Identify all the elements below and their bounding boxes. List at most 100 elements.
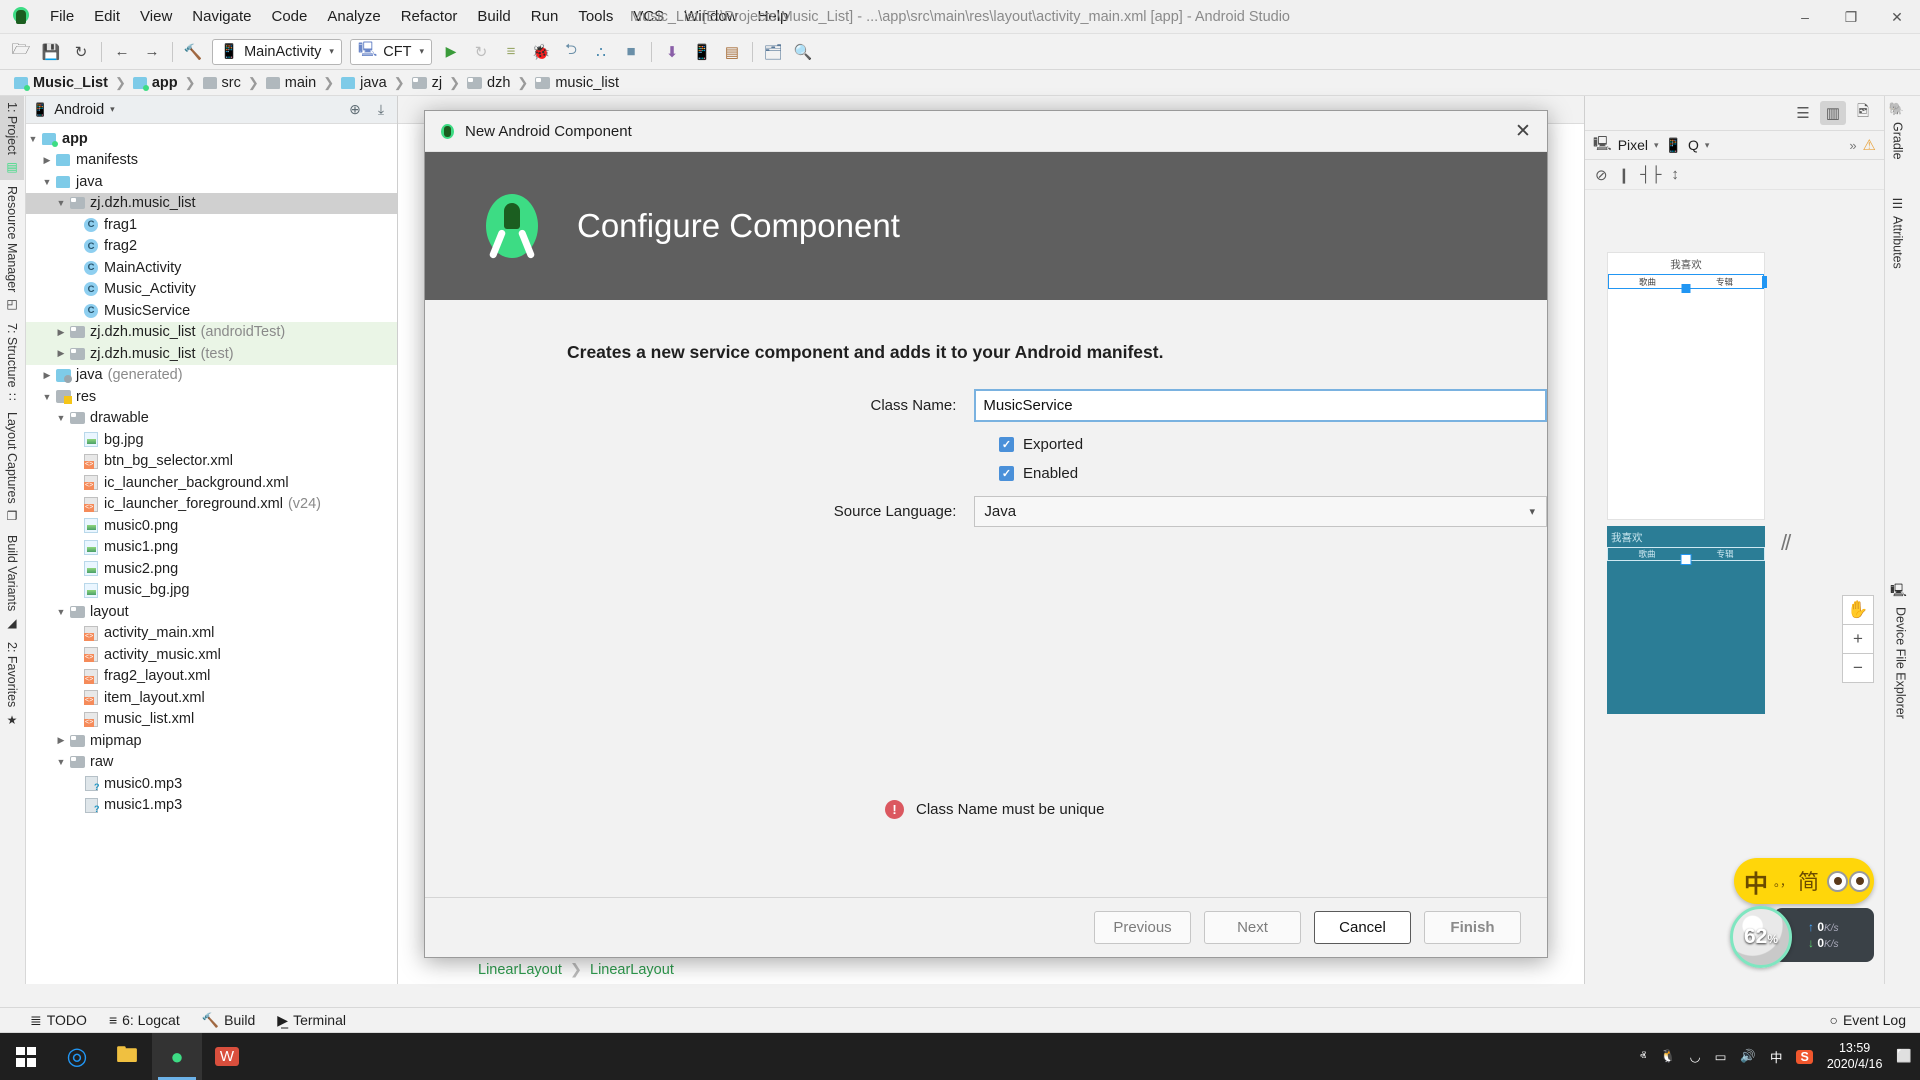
- show-hidden-icons-icon[interactable]: ⱏ: [1640, 1049, 1646, 1064]
- tree-item[interactable]: bg.jpg: [26, 429, 397, 451]
- tree-item[interactable]: item_layout.xml: [26, 687, 397, 709]
- align-vertical-icon[interactable]: ↕: [1671, 166, 1679, 183]
- tree-item[interactable]: ic_launcher_background.xml: [26, 472, 397, 494]
- tree-item[interactable]: Cfrag2: [26, 236, 397, 258]
- menu-view[interactable]: View: [130, 4, 182, 29]
- exported-checkbox-row[interactable]: ✓ Exported: [999, 436, 1547, 453]
- sdk-manager-icon[interactable]: ⬇: [658, 39, 686, 65]
- avd-manager-icon[interactable]: 📱: [688, 39, 716, 65]
- sidebar-item-resource-manager[interactable]: Resource Manager ◰: [0, 180, 24, 317]
- project-tree[interactable]: ▼app▶manifests▼java▼zj.dzh.music_listCfr…: [26, 124, 397, 820]
- apply-code-changes-icon[interactable]: ≡: [497, 39, 525, 65]
- tree-item[interactable]: music2.png: [26, 558, 397, 580]
- expand-arrow-icon[interactable]: ▶: [40, 155, 54, 166]
- taskbar-app-wps-office[interactable]: W: [202, 1033, 252, 1080]
- menu-analyze[interactable]: Analyze: [317, 4, 390, 29]
- resize-handle[interactable]: [1762, 276, 1767, 288]
- window-controls[interactable]: – ❐ ✕: [1782, 0, 1920, 34]
- sogou-icon[interactable]: S: [1796, 1050, 1812, 1064]
- dialog-close-button[interactable]: ✕: [1507, 116, 1539, 146]
- battery-icon[interactable]: ▭: [1715, 1049, 1727, 1064]
- tree-item[interactable]: ▼drawable: [26, 408, 397, 430]
- tree-item[interactable]: music_list.xml: [26, 709, 397, 731]
- tree-item[interactable]: frag2_layout.xml: [26, 666, 397, 688]
- sidebar-item-logcat[interactable]: ≡ 6: Logcat: [109, 1012, 180, 1028]
- tree-item[interactable]: CMainActivity: [26, 257, 397, 279]
- breadcrumb-zj[interactable]: zj: [408, 75, 446, 91]
- toggle-constraints-icon[interactable]: ⊘: [1595, 166, 1608, 184]
- sidebar-item-structure[interactable]: 7: Structure ∷: [0, 317, 24, 406]
- tree-item[interactable]: ▶manifests: [26, 150, 397, 172]
- apply-changes-restart-icon[interactable]: ↻: [467, 39, 495, 65]
- api-level[interactable]: Q: [1688, 137, 1699, 153]
- blueprint-selected-linearlayout[interactable]: 歌曲 专辑: [1607, 547, 1765, 561]
- design-view-icon[interactable]: 🖻: [1850, 101, 1876, 125]
- wifi-icon[interactable]: ◡: [1690, 1049, 1701, 1064]
- tree-item[interactable]: ▼zj.dzh.music_list: [26, 193, 397, 215]
- tree-item[interactable]: ▼res: [26, 386, 397, 408]
- open-project-icon[interactable]: 🗁: [7, 39, 35, 65]
- expand-arrow-icon[interactable]: ▼: [40, 177, 54, 187]
- pan-tool-icon[interactable]: ✋: [1842, 595, 1874, 625]
- breadcrumb-java[interactable]: java: [337, 75, 391, 91]
- ime-mode-label[interactable]: 中: [1744, 864, 1768, 899]
- debug-icon[interactable]: 🐞: [527, 39, 555, 65]
- attach-debugger-icon[interactable]: ⮌: [557, 39, 585, 65]
- tree-item[interactable]: CMusic_Activity: [26, 279, 397, 301]
- tree-item[interactable]: music_bg.jpg: [26, 580, 397, 602]
- chevron-down-icon[interactable]: ▾: [1654, 140, 1659, 151]
- preview-selected-linearlayout[interactable]: 歌曲 专辑: [1608, 274, 1764, 289]
- breadcrumb-linearlayout-2[interactable]: LinearLayout: [590, 962, 674, 978]
- zoom-controls[interactable]: ✋ + −: [1842, 595, 1874, 682]
- code-view-icon[interactable]: ☰: [1790, 101, 1816, 125]
- tree-item[interactable]: btn_bg_selector.xml: [26, 451, 397, 473]
- make-project-icon[interactable]: 🔨: [179, 39, 207, 65]
- breadcrumb-music-list[interactable]: Music_List: [10, 75, 112, 91]
- expand-arrow-icon[interactable]: ▼: [54, 198, 68, 208]
- tree-item[interactable]: ic_launcher_foreground.xml(v24): [26, 494, 397, 516]
- split-view-icon[interactable]: ▥: [1820, 101, 1846, 125]
- volume-icon[interactable]: 🔊: [1740, 1049, 1756, 1064]
- breadcrumb-main[interactable]: main: [262, 75, 320, 91]
- zoom-out-button[interactable]: −: [1842, 653, 1874, 683]
- ime-script-label[interactable]: 简: [1798, 866, 1819, 896]
- tree-item[interactable]: ▼java: [26, 171, 397, 193]
- tree-item[interactable]: music0.png: [26, 515, 397, 537]
- expand-arrow-icon[interactable]: ▶: [54, 735, 68, 746]
- menu-run[interactable]: Run: [521, 4, 569, 29]
- search-icon[interactable]: 🔍: [789, 39, 817, 65]
- profile-or-debug-apk-icon[interactable]: ▤: [718, 39, 746, 65]
- clear-constraints-icon[interactable]: ❙: [1618, 166, 1631, 184]
- device-selector[interactable]: 🖳 CFT ▾: [350, 39, 432, 65]
- preview-canvas[interactable]: 我喜欢 歌曲 专辑 我喜欢 歌曲 专辑 // ✋ + −: [1585, 190, 1884, 810]
- sidebar-item-attributes[interactable]: ☰ Attributes: [1885, 190, 1910, 275]
- expand-arrow-icon[interactable]: ▼: [54, 413, 68, 423]
- chevron-down-icon[interactable]: ▾: [110, 104, 115, 115]
- sidebar-item-favorites[interactable]: 2: Favorites ★: [0, 636, 24, 732]
- warning-icon[interactable]: ⚠: [1863, 136, 1876, 154]
- tree-item[interactable]: activity_music.xml: [26, 644, 397, 666]
- tree-item[interactable]: ▶zj.dzh.music_list(test): [26, 343, 397, 365]
- sidebar-item-gradle[interactable]: 🐘 Gradle: [1885, 96, 1910, 166]
- overflow-icon[interactable]: »: [1849, 138, 1856, 153]
- next-button[interactable]: Next: [1204, 911, 1301, 944]
- menu-build[interactable]: Build: [467, 4, 520, 29]
- collapse-all-icon[interactable]: ⤓: [371, 100, 391, 120]
- expand-arrow-icon[interactable]: ▼: [54, 757, 68, 767]
- device-preview-normal[interactable]: 我喜欢 歌曲 专辑: [1607, 252, 1765, 520]
- taskbar-app-cortana[interactable]: ◎: [52, 1033, 102, 1080]
- expand-arrow-icon[interactable]: ▼: [40, 392, 54, 402]
- sidebar-item-project[interactable]: 1: Project ▤: [0, 96, 24, 180]
- menu-refactor[interactable]: Refactor: [391, 4, 468, 29]
- run-configuration-selector[interactable]: 📱 MainActivity ▾: [212, 39, 342, 65]
- ime-punctuation-label[interactable]: 。，: [1774, 873, 1792, 890]
- breadcrumb-dzh[interactable]: dzh: [463, 75, 514, 91]
- close-window-button[interactable]: ✕: [1874, 0, 1920, 34]
- tree-item[interactable]: ▶mipmap: [26, 730, 397, 752]
- source-language-select[interactable]: Java ▾: [974, 496, 1547, 527]
- notification-center-icon[interactable]: ⬜: [1896, 1049, 1912, 1064]
- tree-item[interactable]: CMusicService: [26, 300, 397, 322]
- sidebar-item-build[interactable]: 🔨 Build: [202, 1012, 256, 1029]
- sidebar-item-event-log[interactable]: ○ Event Log: [1829, 1012, 1906, 1028]
- expand-arrow-icon[interactable]: ▶: [54, 327, 68, 338]
